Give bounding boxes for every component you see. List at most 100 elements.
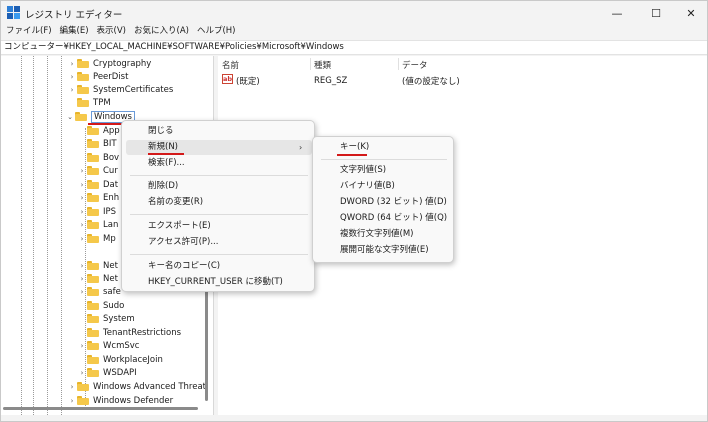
folder-icon <box>87 220 99 229</box>
tree-item-windows-advanced-threat[interactable]: › Windows Advanced Threat <box>67 380 206 393</box>
expand-icon[interactable]: › <box>77 235 87 243</box>
ctx-delete[interactable]: 削除(D) <box>126 179 312 194</box>
tree-item-label: App <box>103 125 120 136</box>
menu-edit[interactable]: 編集(E) <box>56 25 93 40</box>
tree-item-systemcertificates[interactable]: › SystemCertificates <box>67 83 174 96</box>
tree-item-workplacejoin[interactable]: WorkplaceJoin <box>87 353 163 366</box>
new-submenu: キー(K) 文字列値(S) バイナリ値(B) DWORD (32 ビット) 値(… <box>312 136 454 263</box>
tree-item-wcmsvc[interactable]: › WcmSvc <box>77 339 140 352</box>
ctx-permissions[interactable]: アクセス許可(P)... <box>126 235 312 250</box>
submenu-expandable-string-value[interactable]: 展開可能な文字列値(E) <box>317 243 451 258</box>
expand-icon[interactable]: › <box>67 86 77 94</box>
minimize-icon: — <box>611 6 623 20</box>
submenu-qword-value[interactable]: QWORD (64 ビット) 値(Q) <box>317 211 451 226</box>
ctx-copy-key-name[interactable]: キー名のコピー(C) <box>126 259 312 274</box>
maximize-button[interactable]: ☐ <box>638 1 674 25</box>
address-bar[interactable]: コンピューター¥HKEY_LOCAL_MACHINE¥SOFTWARE¥Poli… <box>1 40 707 55</box>
expand-icon[interactable]: › <box>67 383 77 391</box>
expand-icon[interactable]: › <box>77 194 87 202</box>
submenu-dword-value[interactable]: DWORD (32 ビット) 値(D) <box>317 195 451 210</box>
tree-item-windows-defender[interactable]: › Windows Defender <box>67 394 174 407</box>
tree-item-child[interactable]: › IPS <box>77 205 116 218</box>
tree-item-label: Cryptography <box>93 58 152 69</box>
tree-item-child[interactable]: › Net <box>77 272 118 285</box>
tree-item-peerdist[interactable]: › PeerDist <box>67 70 129 83</box>
tree-item-child[interactable]: Bov <box>87 151 119 164</box>
folder-icon <box>87 274 99 283</box>
ctx-find[interactable]: 検索(F)... <box>126 156 312 171</box>
annotation-underline <box>337 154 367 156</box>
expand-icon[interactable]: › <box>77 288 87 296</box>
folder-icon <box>87 368 99 377</box>
maximize-icon: ☐ <box>651 6 661 20</box>
menu-separator <box>321 159 447 160</box>
tree-item-child[interactable]: › Net <box>77 259 118 272</box>
folder-icon <box>87 355 99 364</box>
close-button[interactable]: ✕ <box>673 1 708 25</box>
expand-icon[interactable]: › <box>77 262 87 270</box>
value-name[interactable]: (既定) <box>236 74 260 87</box>
tree-item-label: Sudo <box>103 300 125 311</box>
tree-item-child[interactable]: › safe <box>77 285 121 298</box>
tree-item-system[interactable]: System <box>87 312 135 325</box>
menu-favorites[interactable]: お気に入り(A) <box>130 25 193 40</box>
column-header-data[interactable]: データ <box>402 59 428 71</box>
tree-item-child[interactable]: App <box>87 124 120 137</box>
ctx-close[interactable]: 閉じる <box>126 124 312 139</box>
tree-horizontal-scrollbar[interactable] <box>3 407 198 410</box>
tree-guide-line <box>21 56 22 415</box>
column-separator[interactable] <box>398 58 399 70</box>
folder-icon <box>87 193 99 202</box>
minimize-button[interactable]: — <box>599 1 635 25</box>
tree-item-sudo[interactable]: Sudo <box>87 299 124 312</box>
menu-file[interactable]: ファイル(F) <box>1 25 56 40</box>
tree-item-wsdapi[interactable]: › WSDAPI <box>77 366 137 379</box>
title-bar: レジストリ エディター — ☐ ✕ <box>1 1 707 25</box>
folder-icon <box>77 396 89 405</box>
submenu-multi-string-value[interactable]: 複数行文字列値(M) <box>317 227 451 242</box>
tree-item-label: Bov <box>103 152 120 163</box>
expand-icon[interactable]: › <box>77 208 87 216</box>
tree-item-child[interactable]: › Lan <box>77 218 119 231</box>
tree-item-label: WcmSvc <box>103 340 140 351</box>
annotation-underline <box>148 153 184 155</box>
folder-icon <box>87 126 99 135</box>
submenu-binary-value[interactable]: バイナリ値(B) <box>317 179 451 194</box>
expand-icon[interactable]: › <box>77 181 87 189</box>
expand-icon[interactable]: › <box>77 221 87 229</box>
tree-item-child[interactable]: › Dat <box>77 178 119 191</box>
expand-icon[interactable]: › <box>67 60 77 68</box>
menu-view[interactable]: 表示(V) <box>93 25 130 40</box>
expand-icon[interactable]: › <box>77 167 87 175</box>
tree-item-child[interactable]: › Mp <box>77 232 116 245</box>
tree-item-child[interactable]: › Enh <box>77 191 120 204</box>
ctx-rename[interactable]: 名前の変更(R) <box>126 195 312 210</box>
expand-icon[interactable]: › <box>77 369 87 377</box>
expand-icon[interactable]: › <box>77 342 87 350</box>
folder-icon <box>87 139 99 148</box>
expand-icon[interactable]: › <box>67 73 77 81</box>
expand-icon[interactable]: › <box>77 275 87 283</box>
tree-item-tpm[interactable]: TPM <box>67 96 111 109</box>
tree-item-child[interactable]: › Cur <box>77 164 118 177</box>
ctx-export[interactable]: エクスポート(E) <box>126 219 312 234</box>
folder-icon <box>77 98 89 107</box>
folder-icon <box>87 341 99 350</box>
tree-item-child[interactable]: BIT <box>87 137 117 150</box>
submenu-string-value[interactable]: 文字列値(S) <box>317 163 451 178</box>
menu-help[interactable]: ヘルプ(H) <box>193 25 240 40</box>
tree-item-label: SystemCertificates <box>93 84 174 95</box>
column-header-name[interactable]: 名前 <box>222 59 239 71</box>
ctx-goto-hkcu[interactable]: HKEY_CURRENT_USER に移動(T) <box>126 275 312 290</box>
column-header-type[interactable]: 種類 <box>314 59 331 71</box>
tree-item-label: Windows Advanced Threat <box>93 381 206 392</box>
collapse-icon[interactable]: ⌄ <box>65 113 75 121</box>
expand-icon[interactable]: › <box>67 397 77 405</box>
tree-item-tenantrestrictions[interactable]: TenantRestrictions <box>87 326 181 339</box>
tree-item-label: Net <box>103 273 118 284</box>
tree-item-label: Lan <box>103 219 119 230</box>
submenu-key[interactable]: キー(K) <box>317 140 451 155</box>
column-separator[interactable] <box>310 58 311 70</box>
tree-item-cryptography[interactable]: › Cryptography <box>67 57 152 70</box>
folder-icon <box>87 207 99 216</box>
